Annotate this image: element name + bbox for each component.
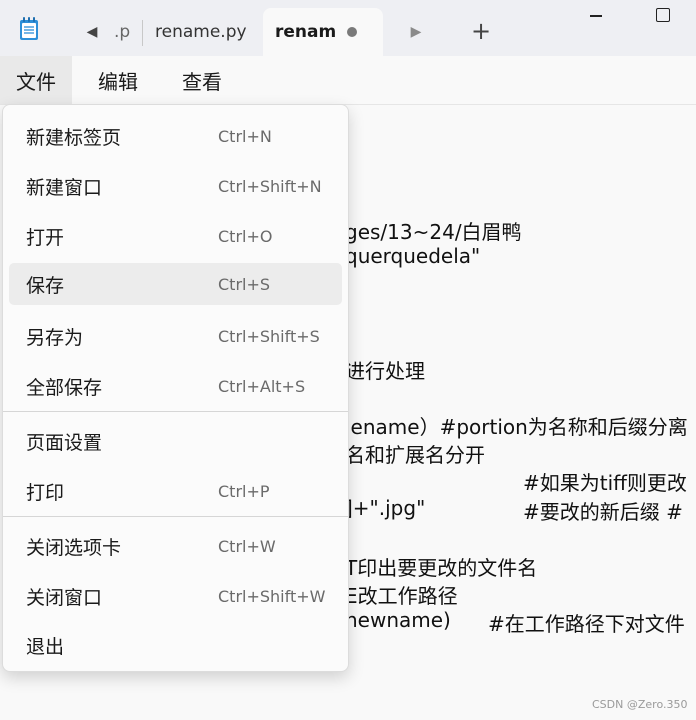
menu-item-shortcut: Ctrl+O — [218, 226, 273, 246]
code-comment: #如果为tiff则更改 — [523, 471, 687, 495]
code-line: ]+".jpg" — [345, 496, 426, 520]
tab-divider — [142, 20, 143, 46]
code-line: T印出要更改的文件名 — [345, 556, 538, 580]
code-line: querquedela" — [345, 244, 481, 268]
file-dropdown-menu: 新建标签页 Ctrl+N 新建窗口 Ctrl+Shift+N 打开 Ctrl+O… — [2, 104, 349, 672]
chevron-left-icon[interactable]: ◀ — [84, 20, 100, 44]
menu-item-label: 新建窗口 — [26, 176, 103, 199]
menu-item-shortcut: Ctrl+W — [218, 536, 276, 556]
menu-view[interactable]: 查看 — [182, 56, 222, 104]
code-comment: #在工作路径下对文件 — [488, 612, 685, 636]
tab-rename-py[interactable]: rename.py — [155, 8, 247, 56]
title-bar: ◀ .p rename.py renam ▶ + — [0, 0, 696, 56]
menu-item-label: 新建标签页 — [26, 126, 122, 149]
menu-bar: 文件 编辑 查看 — [0, 56, 696, 105]
menu-item-print[interactable]: 打印 Ctrl+P — [9, 470, 342, 512]
maximize-icon[interactable] — [655, 7, 671, 23]
menu-item-shortcut: Ctrl+S — [218, 274, 271, 294]
minimize-icon[interactable] — [586, 14, 606, 18]
notepad-icon — [18, 16, 40, 42]
plus-icon[interactable]: + — [468, 16, 494, 46]
code-line: ges/13~24/白眉鸭 — [345, 220, 522, 244]
code-line: 名和扩展名分开 — [345, 443, 485, 467]
menu-item-open[interactable]: 打开 Ctrl+O — [9, 215, 342, 257]
menu-item-label: 全部保存 — [26, 376, 103, 399]
menu-item-shortcut: Ctrl+P — [218, 481, 270, 501]
menu-item-new-tab[interactable]: 新建标签页 Ctrl+N — [9, 115, 342, 157]
menu-edit[interactable]: 编辑 — [98, 56, 138, 104]
menu-item-save[interactable]: 保存 Ctrl+S — [9, 263, 342, 305]
watermark-text: CSDN @Zero.350 — [592, 698, 688, 711]
tab-partial[interactable]: .p — [114, 8, 138, 56]
menu-item-close-tab[interactable]: 关闭选项卡 Ctrl+W — [9, 525, 342, 567]
menu-item-close-window[interactable]: 关闭窗口 Ctrl+Shift+W — [9, 575, 342, 617]
tab-label: rename.py — [155, 22, 247, 42]
menu-item-label: 关闭窗口 — [26, 586, 103, 609]
tab-label: .p — [114, 22, 131, 42]
tab-label: renam — [275, 22, 337, 42]
code-line: newname) — [345, 608, 451, 632]
menu-item-page-setup[interactable]: 页面设置 — [9, 420, 342, 462]
menu-file[interactable]: 文件 — [0, 56, 72, 104]
menu-item-shortcut: Ctrl+Shift+W — [218, 586, 326, 606]
menu-item-label: 另存为 — [26, 326, 84, 349]
menu-item-label: 页面设置 — [26, 431, 103, 454]
menu-item-label: 保存 — [26, 274, 65, 297]
menu-item-exit[interactable]: 退出 — [9, 624, 342, 666]
menu-item-save-all[interactable]: 全部保存 Ctrl+Alt+S — [9, 365, 342, 407]
menu-item-save-as[interactable]: 另存为 Ctrl+Shift+S — [9, 315, 342, 357]
menu-item-shortcut: Ctrl+Shift+N — [218, 176, 322, 196]
code-line: lename）#portion为名称和后缀分离 — [345, 415, 688, 439]
code-comment: #要改的新后缀 # — [523, 500, 683, 524]
unsaved-dot-icon[interactable] — [347, 27, 357, 37]
menu-item-new-window[interactable]: 新建窗口 Ctrl+Shift+N — [9, 165, 342, 207]
code-line: E改工作路径 — [345, 584, 458, 608]
tab-active[interactable]: renam — [263, 8, 383, 56]
menu-separator — [3, 516, 348, 517]
menu-item-label: 打开 — [26, 226, 65, 249]
code-line: 进行处理 — [345, 359, 425, 383]
menu-item-shortcut: Ctrl+Alt+S — [218, 376, 306, 396]
menu-item-label: 打印 — [26, 481, 65, 504]
menu-separator — [3, 411, 348, 412]
menu-item-label: 退出 — [26, 635, 65, 658]
menu-item-shortcut: Ctrl+N — [218, 126, 272, 146]
menu-item-shortcut: Ctrl+Shift+S — [218, 326, 320, 346]
menu-item-label: 关闭选项卡 — [26, 536, 122, 559]
chevron-right-icon[interactable]: ▶ — [408, 20, 424, 44]
